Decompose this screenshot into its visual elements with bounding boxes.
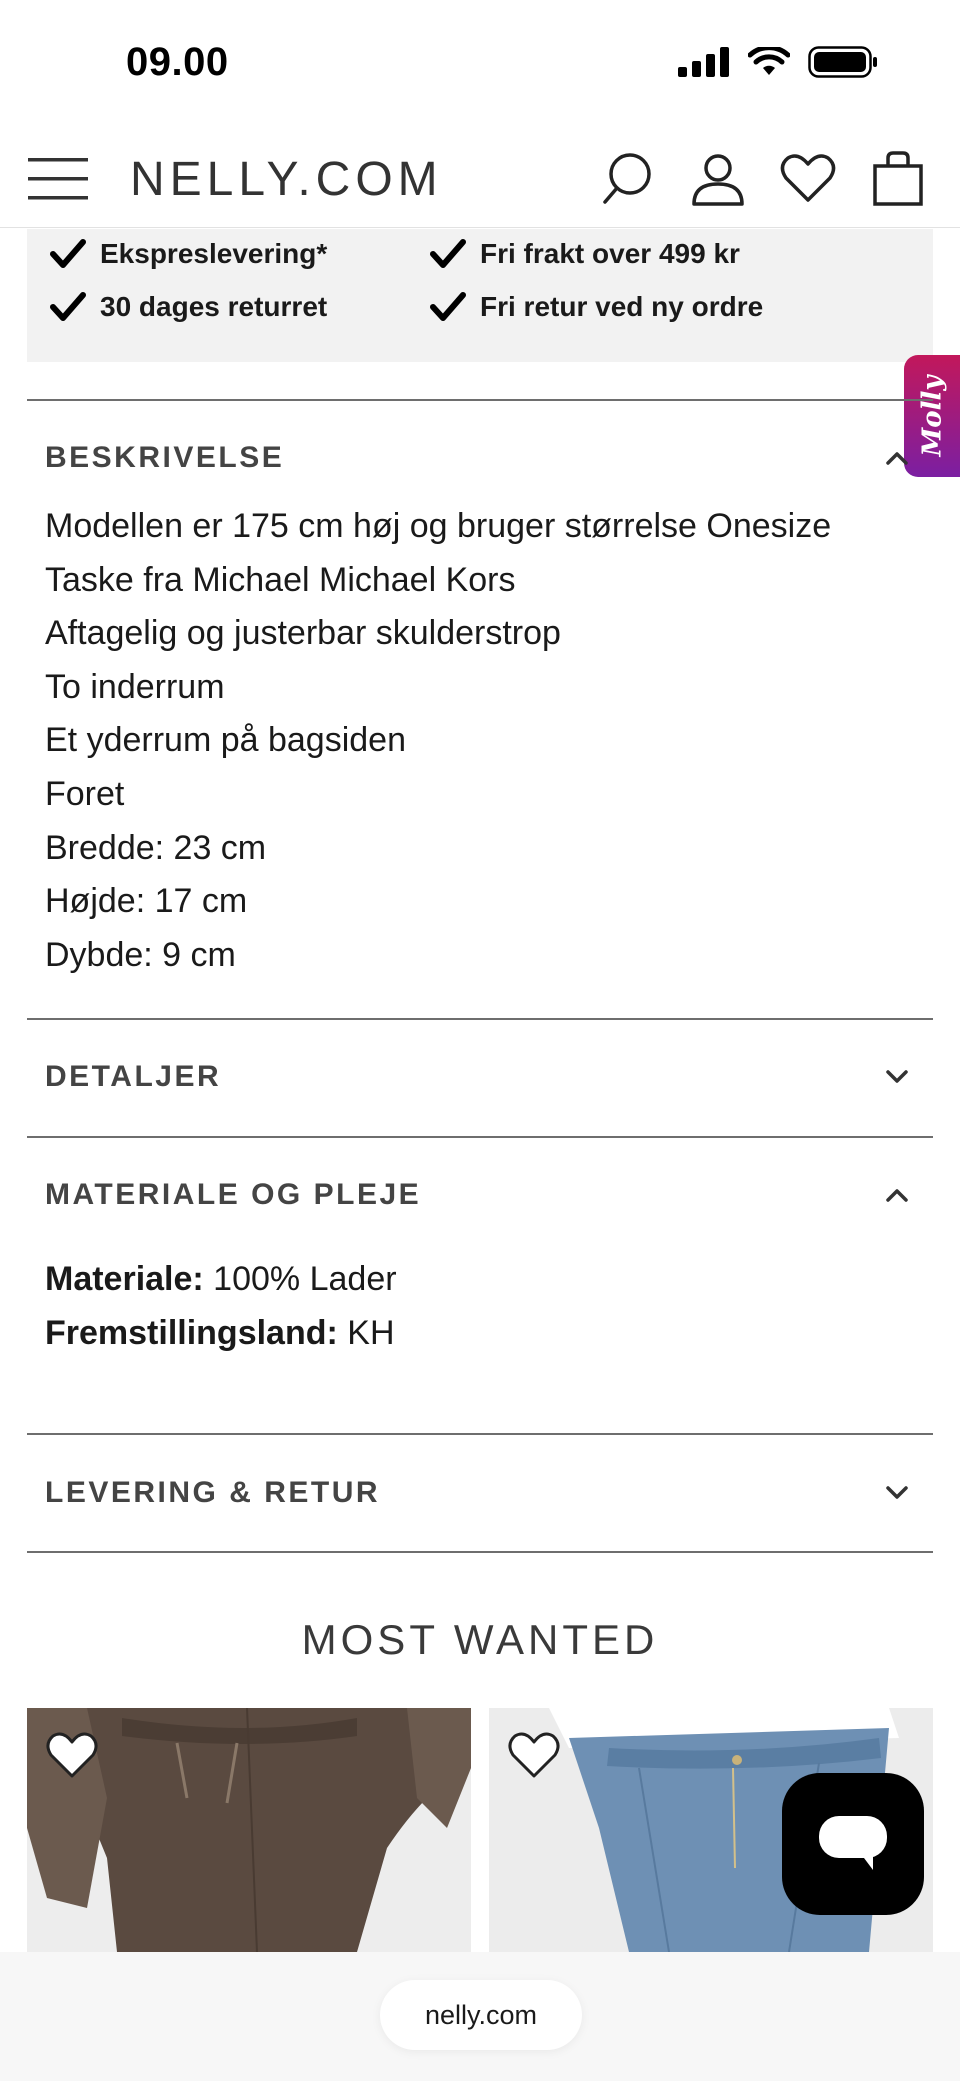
heart-icon[interactable] [45, 1730, 99, 1780]
search-icon[interactable] [600, 150, 656, 206]
account-icon[interactable] [690, 150, 746, 206]
description-line: Taske fra Michael Michael Kors [45, 560, 516, 599]
molly-assistant-tab[interactable]: Molly [904, 355, 960, 477]
usp-label: Fri retur ved ny ordre [480, 291, 764, 322]
divider [27, 1433, 933, 1435]
divider [27, 1136, 933, 1138]
description-line: Højde: 17 cm [45, 882, 248, 921]
description-line: Bredde: 23 cm [45, 828, 267, 867]
description-line: Et yderrum på bagsiden [45, 721, 406, 760]
description-text: Modellen er 175 cm høj og bruger størrel… [45, 500, 831, 982]
accordion-header-description[interactable]: BESKRIVELSE [45, 441, 284, 475]
divider [27, 399, 933, 401]
heart-icon[interactable] [507, 1730, 561, 1780]
check-icon [50, 239, 86, 268]
wishlist-heart-icon[interactable] [780, 150, 836, 206]
check-icon [430, 292, 466, 321]
chat-bubble-icon [819, 1816, 887, 1870]
status-time: 09.00 [126, 40, 229, 84]
molly-label: Molly [917, 375, 948, 457]
country-row: Fremstillingsland: KH [45, 1307, 397, 1361]
most-wanted-title: MOST WANTED [301, 1616, 659, 1663]
divider [27, 1551, 933, 1553]
site-header: NELLY.COM [0, 130, 960, 228]
description-line: Modellen er 175 cm høj og bruger størrel… [45, 507, 832, 545]
description-line: To inderrum [45, 667, 225, 706]
usp-item: 30 dages returret [50, 291, 327, 323]
accordion-header-delivery[interactable]: LEVERING & RETUR [45, 1476, 380, 1510]
usp-label: Ekspreslevering* [100, 238, 328, 269]
material-row: Materiale: 100% Lader [45, 1253, 397, 1307]
material-label: Materiale: [45, 1260, 204, 1298]
usp-item: Fri frakt over 499 kr [430, 238, 740, 270]
battery-icon [808, 46, 877, 78]
usp-item: Ekspreslevering* [50, 238, 327, 270]
chevron-up-icon[interactable] [882, 1185, 912, 1205]
description-line: Foret [45, 774, 125, 813]
accordion-header-details[interactable]: DETALJER [45, 1060, 221, 1094]
shopping-bag-icon[interactable] [870, 150, 926, 206]
wifi-icon [748, 47, 790, 75]
usp-label: 30 dages returret [100, 291, 328, 322]
material-value: 100% Lader [203, 1260, 397, 1298]
site-logo[interactable]: NELLY.COM [130, 152, 443, 207]
usp-box: Ekspreslevering* Fri frakt over 499 kr 3… [27, 229, 933, 362]
chat-button[interactable] [782, 1773, 924, 1915]
material-text: Materiale: 100% Lader Fremstillingsland:… [45, 1253, 397, 1360]
product-card[interactable] [27, 1708, 471, 1952]
usp-label: Fri frakt over 499 kr [480, 238, 740, 269]
divider [27, 1018, 933, 1020]
description-line: Dybde: 9 cm [45, 935, 236, 974]
status-icons [678, 46, 878, 78]
country-value: KH [337, 1313, 395, 1352]
chevron-up-icon[interactable] [882, 448, 912, 468]
check-icon [430, 239, 466, 268]
status-bar: 09.00 [0, 0, 960, 130]
chevron-down-icon[interactable] [882, 1067, 912, 1087]
chevron-down-icon[interactable] [882, 1483, 912, 1503]
cellular-signal-icon [678, 47, 729, 77]
check-icon [50, 292, 86, 321]
country-label: Fremstillingsland: [45, 1313, 338, 1352]
usp-item: Fri retur ved ny ordre [430, 291, 763, 323]
accordion-header-material[interactable]: MATERIALE OG PLEJE [45, 1178, 421, 1212]
description-line: Aftagelig og justerbar skulderstrop [45, 614, 561, 653]
url-bar[interactable]: nelly.com [380, 1980, 582, 2050]
menu-icon[interactable] [28, 156, 90, 202]
